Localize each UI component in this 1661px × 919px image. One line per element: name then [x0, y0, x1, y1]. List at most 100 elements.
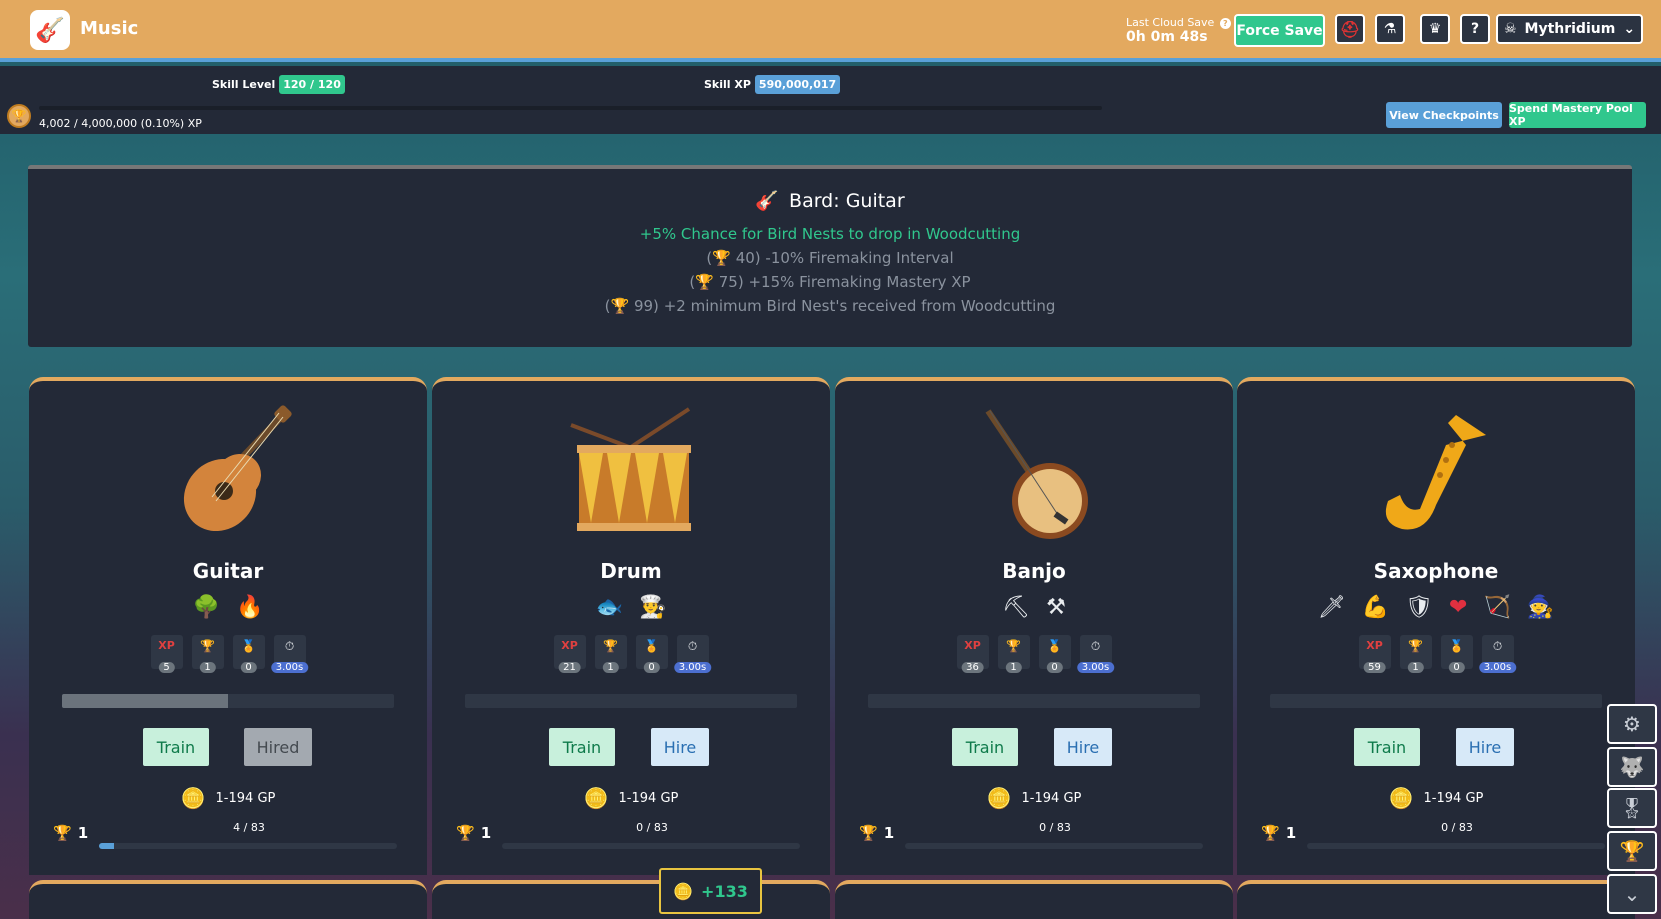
timer-icon: ⏱ 3.00s [1478, 635, 1517, 673]
instrument-card-peek [432, 880, 830, 919]
skill-level: Skill Level 120 / 120 [212, 75, 345, 94]
mastery-progress-bar [99, 843, 397, 849]
spend-mastery-pool-button[interactable]: Spend Mastery Pool XP [1509, 102, 1646, 128]
mastery-pool-text: 4,002 / 4,000,000 (0.10%) XP [39, 117, 202, 130]
medal-icon[interactable]: 🎖 [1607, 788, 1657, 828]
instrument-name: Guitar [192, 559, 264, 583]
mining-pickaxe-icon: ⛏ [1002, 595, 1031, 620]
mastery-progress-text: 0 / 83 [636, 821, 668, 834]
bard-title-text: Bard: Guitar [789, 189, 905, 212]
xp-stat: XP 59 [1358, 635, 1391, 673]
mastery-progress-text: 0 / 83 [1039, 821, 1071, 834]
gp-gain-text: +133 [701, 881, 748, 901]
settings-gear-icon[interactable]: ⚙ [1607, 704, 1657, 744]
mastery-level: 🏆 1 [1261, 824, 1297, 842]
pool-medal-icon: 🏅 0 [232, 635, 265, 673]
chevron-down-icon[interactable]: ⌄ [1607, 874, 1657, 914]
mastery-trophy-icon: 🏆 1 [997, 635, 1030, 673]
mastery-trophy-icon: 🏆 1 [1399, 635, 1432, 673]
train-button[interactable]: Train [549, 728, 615, 766]
stats-row: XP 5 🏆 1 🏅 0 ⏱ 3.00s [29, 635, 427, 673]
gold-coins-icon: 🪙 [583, 786, 609, 810]
synergy-skill-icons: 🌳 🔥 [29, 595, 427, 620]
hire-button[interactable]: Hire [1456, 728, 1514, 766]
pool-medal-icon: 🏅 0 [635, 635, 668, 673]
timer-icon: ⏱ 3.00s [1076, 635, 1115, 673]
mastery-pool-progress [39, 106, 1102, 110]
wolf-icon[interactable]: 🐺 [1607, 747, 1657, 787]
train-button[interactable]: Train [143, 728, 209, 766]
instrument-card-guitar: Guitar 🌳 🔥 XP 5 🏆 1 🏅 0 ⏱ 3.00s Train Hired … [29, 377, 427, 875]
cloud-save-label: Last Cloud Save [1126, 16, 1215, 29]
gp-text: 1-194 GP [1423, 790, 1484, 806]
mastery-level: 🏆 1 [859, 824, 895, 842]
potion-icon[interactable]: ⚗ [1375, 14, 1405, 44]
action-progress-bar [62, 694, 394, 708]
mastery-trophy-icon: 🏆 1 [594, 635, 627, 673]
instrument-name: Drum [600, 559, 662, 583]
mastery-progress-bar [1307, 843, 1605, 849]
synergy-skill-icons: 🐟 👨‍🍳 [432, 595, 830, 620]
bard-bonus-text: +5% Chance for Bird Nests to drop in Woo… [639, 225, 1021, 243]
xp-stat: XP 36 [956, 635, 989, 673]
gp-gain-notification: 🪙 +133 [659, 868, 762, 914]
gold-coins-icon: 🪙 [986, 786, 1012, 810]
gp-text: 1-194 GP [618, 790, 679, 806]
music-skill-logo-icon: 🎸 [30, 10, 70, 50]
instrument-name: Saxophone [1373, 559, 1499, 583]
top-header: 🎸 Music Last Cloud Save ? 0h 0m 48s Forc… [0, 0, 1661, 62]
instrument-card-drum: Drum 🐟 👨‍🍳 XP 21 🏆 1 🏅 0 ⏱ 3.00s Train Hire … [432, 377, 830, 875]
account-dropdown[interactable]: ☠ Mythridium ⌄ [1496, 14, 1643, 44]
skill-level-label: Skill Level [212, 78, 276, 91]
synergy-skill-icons: 🗡 💪 🛡 ❤ 🏹 🧙 [1237, 595, 1635, 620]
mastery-progress-bar [905, 843, 1203, 849]
bank-icon[interactable]: ⛑ [1335, 14, 1365, 44]
drum-image [432, 405, 830, 543]
skill-xp: Skill XP 590,000,017 [704, 75, 841, 94]
instrument-card-peek [1237, 880, 1635, 919]
bard-milestone: (🏆 75) +15% Firemaking Mastery XP [689, 273, 971, 291]
gold-coins-icon: 🪙 [673, 881, 694, 901]
mastery-trophy-icon: 🏆 1 [191, 635, 224, 673]
synergy-skill-icons: ⛏ ⚒ [835, 595, 1233, 620]
gp-reward: 🪙 1-194 GP [835, 786, 1233, 810]
magic-wizard-hat-icon: 🧙 [1526, 595, 1555, 620]
woodcutting-tree-icon: 🌳 [192, 595, 220, 620]
bard-bonus-panel: 🎸 Bard: Guitar +5% Chance for Bird Nests… [28, 165, 1632, 347]
skill-info-bar: Skill Level 120 / 120 Skill XP 590,000,0… [0, 66, 1661, 134]
firemaking-campfire-icon: 🔥 [236, 595, 264, 620]
trophy-icon: 🏆 [859, 824, 878, 842]
timer-icon: ⏱ 3.00s [270, 635, 309, 673]
view-checkpoints-button[interactable]: View Checkpoints [1386, 102, 1502, 128]
hire-button[interactable]: Hire [1054, 728, 1112, 766]
train-button[interactable]: Train [1354, 728, 1420, 766]
guitar-icon: 🎸 [755, 190, 780, 212]
trophy-icon: 🏆 [456, 824, 475, 842]
help-icon[interactable]: ? [1219, 18, 1231, 29]
account-name: Mythridium [1524, 21, 1616, 37]
trophy-icon[interactable]: 🏆 [1607, 831, 1657, 871]
banjo-image [835, 405, 1233, 543]
instrument-card-banjo: Banjo ⛏ ⚒ XP 36 🏆 1 🏅 0 ⏱ 3.00s Train Hire 🪙… [835, 377, 1233, 875]
fishing-fish-icon: 🐟 [595, 595, 623, 620]
help-button[interactable]: ? [1460, 14, 1490, 44]
hire-button[interactable]: Hire [651, 728, 709, 766]
mastery-pool-icon: 🏆 [7, 104, 31, 128]
stats-row: XP 59 🏆 1 🏅 0 ⏱ 3.00s [1237, 635, 1635, 673]
cooking-chef-hat-icon: 👨‍🍳 [639, 595, 667, 620]
action-progress-fill [62, 694, 228, 708]
cloud-save-time: 0h 0m 48s [1126, 29, 1208, 46]
force-save-button[interactable]: Force Save [1234, 14, 1325, 47]
guitar-image [29, 405, 427, 543]
strength-arm-icon: 💪 [1361, 595, 1390, 620]
train-button[interactable]: Train [952, 728, 1018, 766]
bard-title: 🎸 Bard: Guitar [28, 189, 1632, 213]
trophy-icon: 🏆 [695, 273, 714, 291]
pool-medal-icon: 🏅 0 [1038, 635, 1071, 673]
chevron-down-icon: ⌄ [1623, 21, 1636, 37]
cloud-save-status: Last Cloud Save ? 0h 0m 48s [1126, 16, 1231, 46]
gp-reward: 🪙 1-194 GP [432, 786, 830, 810]
crown-icon[interactable]: ♛ [1420, 14, 1450, 44]
ranged-bow-icon: 🏹 [1483, 595, 1511, 620]
hired-button[interactable]: Hired [244, 728, 312, 766]
